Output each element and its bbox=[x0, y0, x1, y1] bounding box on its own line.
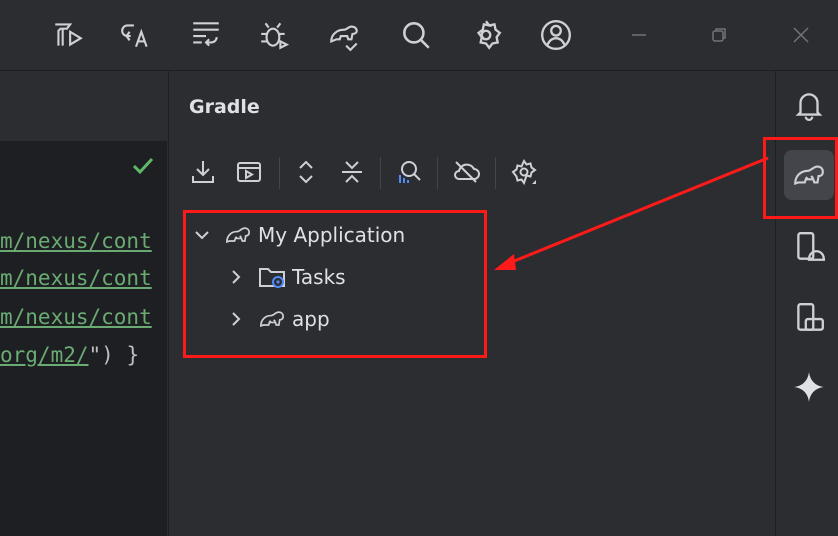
offline-icon[interactable] bbox=[449, 155, 483, 189]
editor-tab-bar bbox=[0, 71, 167, 175]
code-line: m/nexus/cont bbox=[0, 305, 152, 329]
search-icon[interactable] bbox=[398, 17, 434, 53]
running-devices-icon[interactable] bbox=[784, 293, 834, 343]
gradle-sync-icon[interactable] bbox=[326, 17, 362, 53]
repo-url[interactable]: m/nexus/cont bbox=[0, 305, 152, 329]
toolbar-separator bbox=[437, 157, 438, 189]
download-icon[interactable] bbox=[186, 155, 220, 189]
close-button[interactable] bbox=[784, 18, 818, 52]
code-line: m/nexus/cont bbox=[0, 229, 152, 253]
repo-url[interactable]: m/nexus/cont bbox=[0, 229, 152, 253]
translate-icon[interactable] bbox=[118, 17, 154, 53]
gradle-panel-title: Gradle bbox=[189, 96, 260, 118]
repo-url[interactable]: org/m2/ bbox=[0, 343, 89, 367]
collapse-all-icon[interactable] bbox=[335, 155, 369, 189]
settings-icon[interactable] bbox=[468, 17, 504, 53]
gemini-icon[interactable] bbox=[784, 362, 834, 412]
expand-all-icon[interactable] bbox=[289, 155, 323, 189]
run-config-icon[interactable] bbox=[232, 155, 266, 189]
build-run-icon[interactable] bbox=[50, 17, 86, 53]
debug-icon[interactable] bbox=[256, 17, 292, 53]
format-icon[interactable] bbox=[188, 17, 224, 53]
repo-url[interactable]: m/nexus/cont bbox=[0, 266, 152, 290]
annotation-arrow bbox=[494, 156, 769, 270]
account-icon[interactable] bbox=[538, 17, 574, 53]
code-line: m/nexus/cont bbox=[0, 266, 152, 290]
notifications-icon[interactable] bbox=[784, 80, 834, 130]
check-icon bbox=[130, 153, 158, 181]
device-manager-icon[interactable] bbox=[784, 222, 834, 272]
code-line: org/m2/") } bbox=[0, 343, 139, 367]
restore-button[interactable] bbox=[702, 18, 736, 52]
title-bar bbox=[0, 0, 838, 71]
highlight-box-gradle-tree bbox=[183, 210, 487, 358]
minimize-button[interactable] bbox=[622, 18, 656, 52]
toolbar-separator bbox=[380, 157, 381, 189]
analyze-icon[interactable] bbox=[391, 155, 425, 189]
toolbar-separator bbox=[279, 157, 280, 189]
code-punctuation: ") } bbox=[88, 343, 140, 367]
